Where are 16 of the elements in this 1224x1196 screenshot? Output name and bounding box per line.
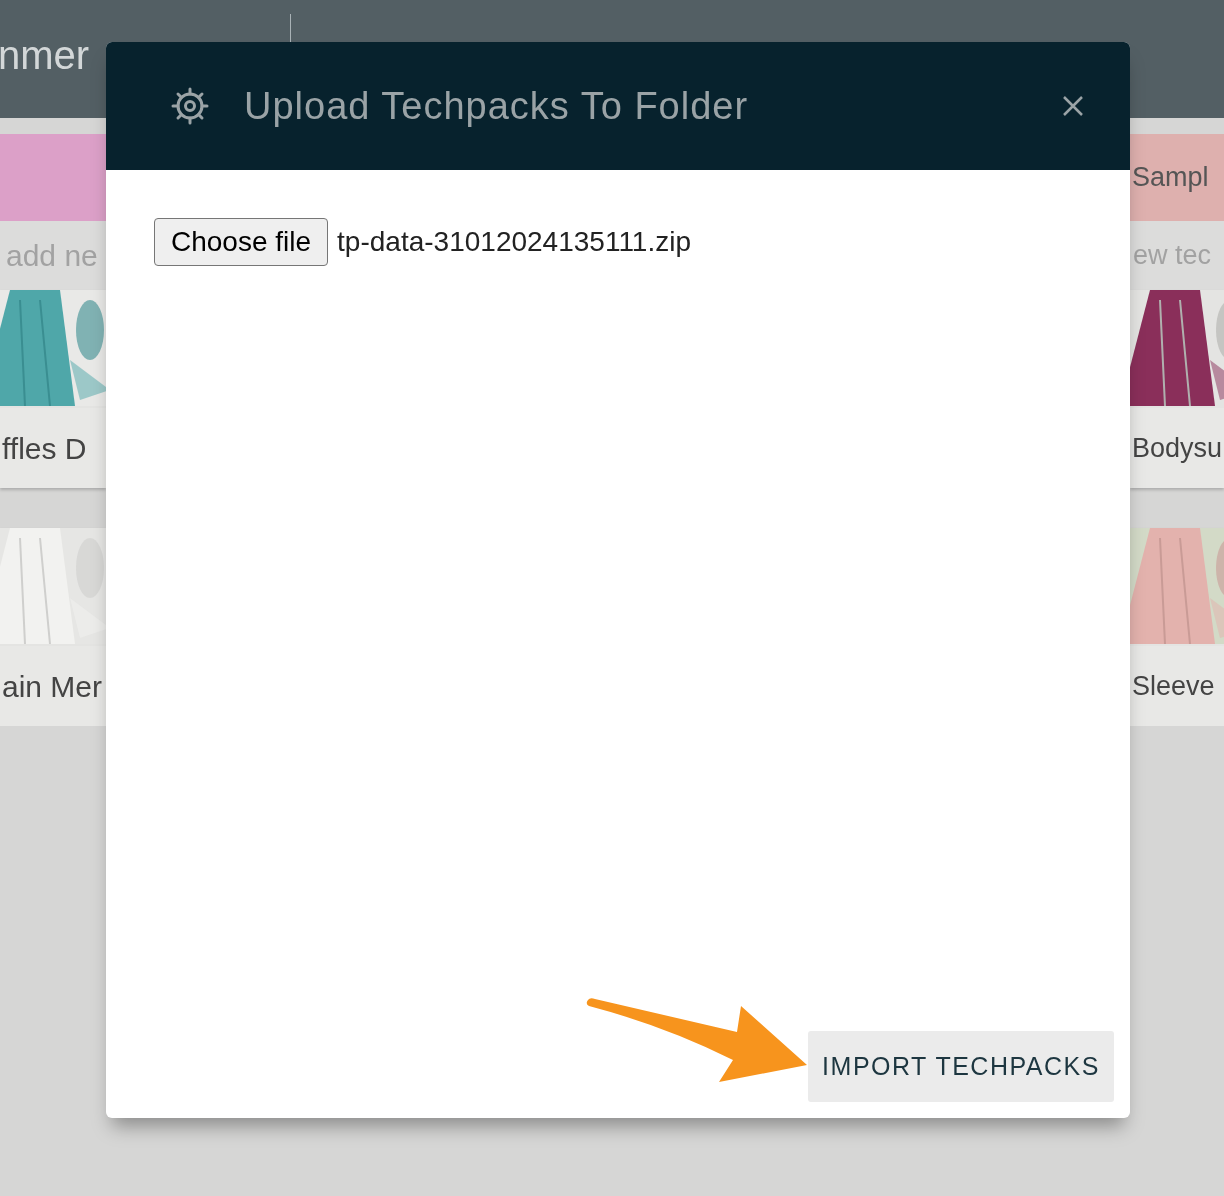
import-techpacks-button[interactable]: IMPORT TECHPACKS xyxy=(808,1031,1114,1102)
card-title: ain Mer xyxy=(1,668,103,705)
card-title: Bodysu xyxy=(1131,431,1223,465)
card-title: Sleeve xyxy=(1131,669,1215,703)
column-title: Sampl xyxy=(1131,161,1209,195)
close-icon xyxy=(1062,95,1084,117)
file-name: tp-data-31012024135111.zip xyxy=(337,225,692,259)
choose-file-button[interactable]: Choose file xyxy=(154,218,329,266)
settings-icon xyxy=(170,86,210,126)
card-title: ffles D xyxy=(1,430,87,467)
techpack-card[interactable]: ffles D xyxy=(0,290,106,488)
page-title: nmer xyxy=(0,32,90,79)
techpack-card[interactable]: Bodysu xyxy=(1130,290,1224,488)
techpack-card[interactable]: ain Mer xyxy=(0,528,106,726)
techpack-card[interactable]: Sleeve xyxy=(1130,528,1224,726)
dialog-title: Upload Techpacks To Folder xyxy=(244,83,750,129)
